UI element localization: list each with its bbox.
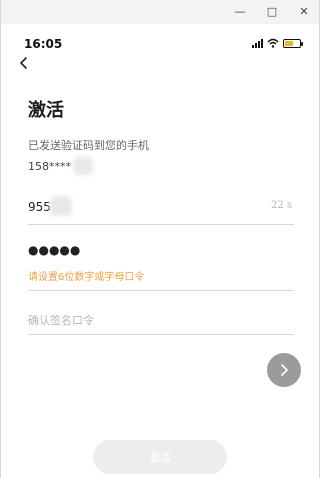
maximize-button[interactable]: □ [261,2,283,22]
battery-icon [283,38,303,48]
verification-code-value: 955 [28,200,51,214]
sms-sent-hint: 已发送验证码到您的手机 [28,139,149,152]
resend-countdown: 22 s [270,200,292,211]
signal-icon [252,38,263,48]
app-window: — □ ✕ 16:05 激活 已发送验证码到您的手机 158**** 955 2… [0,0,320,478]
confirm-password-placeholder: 确认签名口令 [28,314,94,327]
page-title: 激活 [28,100,64,121]
status-icons [252,38,303,48]
close-button[interactable]: ✕ [293,2,315,22]
redacted-phone-digits [73,157,93,175]
password-warning: 请设置6位数字或字母口令 [28,272,145,283]
back-button[interactable] [17,56,31,70]
masked-phone-number: 158**** [28,160,71,173]
next-button[interactable] [267,353,301,387]
chevron-right-icon [281,364,288,376]
minimize-button[interactable]: — [229,2,251,22]
window-titlebar: — □ ✕ [1,0,319,24]
redacted-code-digits [50,196,72,216]
password-mask: ●●●●● [28,243,81,257]
status-time: 16:05 [24,37,63,51]
phone-status-bar: 16:05 [1,24,319,51]
wifi-icon [267,38,279,48]
activate-button[interactable]: 激活 [93,440,227,474]
